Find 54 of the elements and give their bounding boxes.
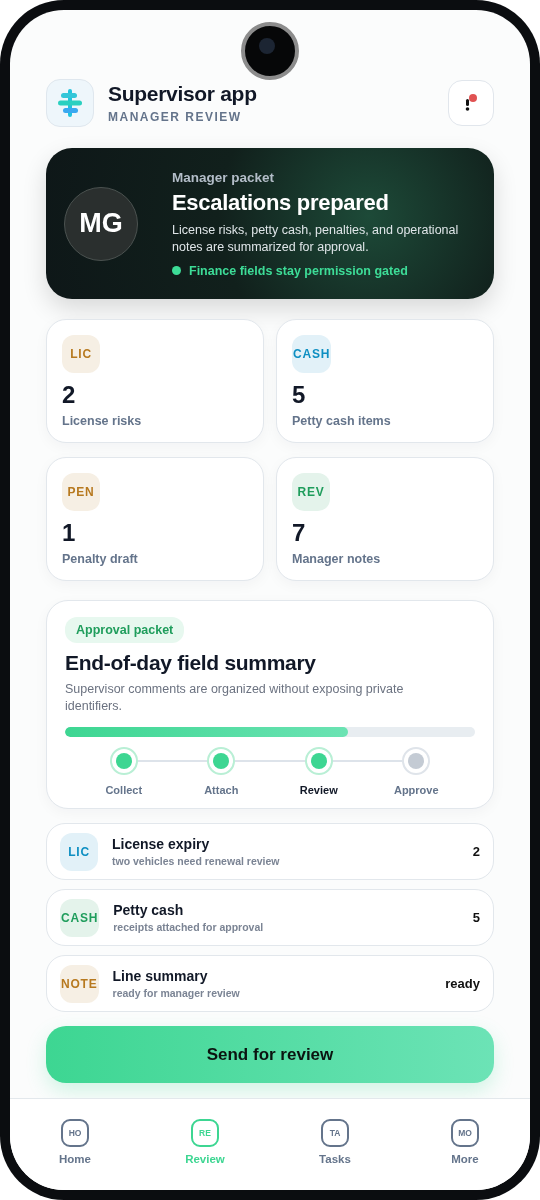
stat-label: License risks: [62, 414, 143, 428]
avatar: MG: [64, 186, 138, 261]
item-title: License expiry: [112, 836, 211, 852]
list-item[interactable]: CASH Petty cash receipts attached for approval 5: [46, 889, 494, 946]
item-value: ready: [445, 976, 480, 991]
item-tag: LIC: [60, 832, 98, 871]
alert-button[interactable]: [448, 80, 494, 126]
nav-tab[interactable]: TA Tasks: [270, 1119, 400, 1165]
status-text: Finance fields stay permission gated: [189, 263, 408, 278]
step-label: Collect: [105, 784, 143, 796]
logo-icon: [46, 79, 94, 127]
list-item[interactable]: LIC License expiry two vehicles need renewal review 2: [46, 823, 494, 880]
item-detail: ready for manager review: [112, 987, 241, 999]
stat-tag: LIC: [62, 335, 100, 373]
hero-description: License risks, petty cash, penalties, and operational notes are summarized for approval.: [172, 221, 460, 256]
stat-value: 5: [292, 381, 307, 409]
stat-value: 1: [62, 519, 77, 547]
nav-tab[interactable]: HO Home: [10, 1119, 140, 1165]
step-label: Review: [299, 784, 338, 796]
approval-description: Supervisor comments are organized without exposing private identifiers.: [65, 681, 405, 715]
nav-icon: HO: [61, 1119, 89, 1147]
stat-label: Manager notes: [292, 552, 382, 566]
send-button[interactable]: Send for review: [46, 1026, 494, 1083]
app-subtitle: MANAGER REVIEW: [108, 110, 243, 124]
hero-title: Escalations prepared: [172, 189, 390, 216]
item-tag: NOTE: [60, 964, 99, 1003]
alert-icon: [464, 94, 478, 112]
item-tag: CASH: [60, 898, 100, 937]
nav-tab[interactable]: MO More: [400, 1119, 530, 1165]
stat-label: Petty cash items: [292, 414, 392, 428]
step-label: Approve: [393, 784, 439, 796]
stat-tag: REV: [292, 473, 330, 511]
hero-eyebrow: Manager packet: [172, 169, 276, 185]
item-title: Petty cash: [113, 902, 185, 918]
camera-icon: [241, 22, 299, 80]
step-label: Attach: [204, 784, 239, 796]
item-title: Line summary: [112, 968, 209, 984]
stat-tag: PEN: [62, 473, 100, 511]
nav-icon: RE: [191, 1119, 219, 1147]
stat-label: Penalty draft: [62, 552, 139, 566]
approval-title: End-of-day field summary: [65, 651, 317, 675]
item-detail: two vehicles need renewal review: [112, 855, 281, 867]
status-dot-icon: [172, 266, 181, 275]
stat-value: 7: [292, 519, 307, 547]
list-item[interactable]: NOTE Line summary ready for manager review ready: [46, 955, 494, 1012]
item-value: 5: [472, 910, 480, 925]
item-value: 2: [472, 844, 480, 859]
item-detail: receipts attached for approval: [113, 921, 265, 933]
approval-badge: Approval packet: [65, 617, 185, 643]
nav-icon: MO: [451, 1119, 479, 1147]
stat-tag: CASH: [292, 335, 332, 373]
stat-value: 2: [62, 381, 77, 409]
nav-icon: TA: [321, 1119, 349, 1147]
app-title: Supervisor app: [108, 82, 258, 106]
